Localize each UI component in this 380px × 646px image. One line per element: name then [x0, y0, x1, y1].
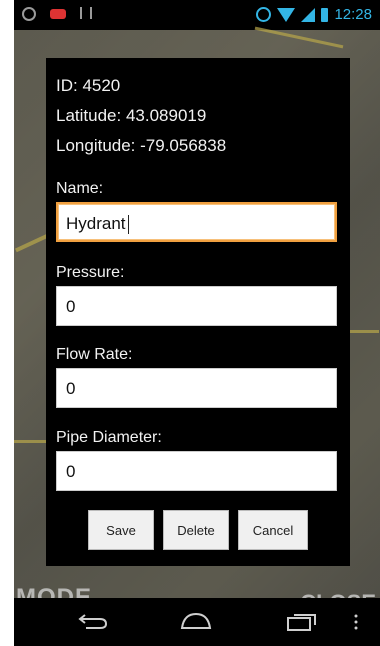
save-button[interactable]: Save: [88, 510, 154, 550]
text-cursor: [127, 215, 129, 235]
name-input[interactable]: Hydrant: [56, 202, 337, 242]
pressure-label: Pressure:: [56, 264, 125, 281]
id-text: ID: 4520: [56, 76, 121, 95]
map-road: [254, 26, 344, 49]
signal-icon: [301, 7, 316, 22]
map-road: [14, 440, 50, 443]
pipe-diameter-label: Pipe Diameter:: [56, 429, 162, 446]
flow-rate-input[interactable]: 0: [56, 368, 337, 408]
recent-apps-icon[interactable]: [286, 612, 318, 632]
flow-rate-label: Flow Rate:: [56, 346, 133, 363]
battery-icon: [321, 7, 329, 22]
device-screen: 12:28 MODE CLOSE ID: 4520 Latitude: 43.0…: [14, 0, 380, 646]
wifi-icon: [277, 7, 296, 22]
usb-icon: [80, 7, 92, 19]
status-bar: 12:28: [14, 0, 380, 30]
system-icons: 12:28: [256, 6, 372, 23]
pressure-input-value: 0: [66, 297, 76, 316]
home-icon[interactable]: [178, 612, 214, 630]
navigation-bar: [14, 598, 380, 646]
alarm-icon: [256, 7, 272, 22]
notification-icon: [50, 9, 66, 19]
back-icon[interactable]: [78, 613, 108, 629]
map-road: [349, 330, 379, 333]
sync-icon: [22, 7, 36, 21]
notification-icons: [22, 7, 92, 21]
latitude-text: Latitude: 43.089019: [56, 106, 207, 125]
longitude-text: Longitude: -79.056838: [56, 136, 227, 155]
pressure-input[interactable]: 0: [56, 286, 337, 326]
flow-rate-input-value: 0: [66, 379, 76, 398]
name-input-value: Hydrant: [66, 214, 126, 233]
cancel-button[interactable]: Cancel: [238, 510, 308, 550]
pipe-diameter-input-value: 0: [66, 462, 76, 481]
overflow-menu-icon[interactable]: [354, 614, 358, 630]
name-label: Name:: [56, 180, 104, 197]
edit-hydrant-dialog: ID: 4520 Latitude: 43.089019 Longitude: …: [46, 58, 350, 566]
delete-button[interactable]: Delete: [163, 510, 229, 550]
pipe-diameter-input[interactable]: 0: [56, 451, 337, 491]
clock: 12:28: [334, 6, 372, 23]
